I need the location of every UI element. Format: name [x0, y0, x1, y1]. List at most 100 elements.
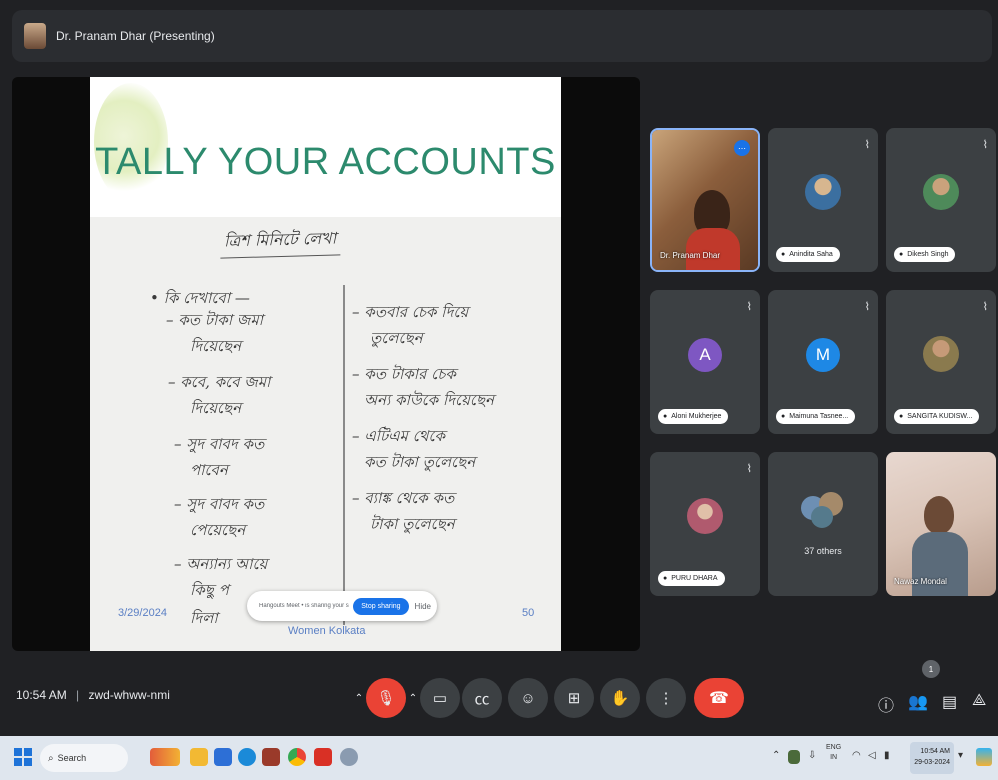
hw-right-line: অন্য কাউকে দিয়েছেন — [364, 391, 494, 409]
participant-name-chip: ● Maimuna Tasnee... — [776, 409, 856, 424]
mic-muted-icon: ⌇ — [982, 301, 988, 313]
end-call-icon[interactable]: ☎ — [694, 678, 744, 718]
taskbar-date: 29-03-2024 — [914, 759, 950, 766]
hw-right-line: – এটিএম থেকে — [352, 427, 445, 445]
participant-tile[interactable]: ⌇ M ● Maimuna Tasnee... — [768, 290, 878, 434]
hw-left-line: – কত টাকা জমা — [166, 311, 264, 329]
camera-control: ⌃ ▭ — [406, 678, 460, 718]
participant-tile[interactable]: ⌇ ● PURU DHARA — [650, 452, 760, 596]
file-explorer-icon[interactable] — [190, 748, 208, 766]
app-icon[interactable] — [262, 748, 280, 766]
captions-control: ㏄ — [462, 678, 502, 718]
participant-name: SANGITA KUDISW... — [907, 413, 973, 420]
hw-left-line: – অন্যান্য আয়ে — [174, 555, 268, 573]
volume-icon[interactable]: ◁ — [868, 750, 876, 761]
taskbar-clock[interactable]: 10:54 AM 29-03-2024 — [910, 742, 954, 774]
hw-left-line: – সুদ বাবদ কত — [174, 435, 265, 453]
hide-popup-button[interactable]: Hide — [415, 602, 431, 611]
hw-right-line: – ব্যাঙ্ক থেকে কত — [352, 489, 455, 507]
settings-icon[interactable] — [340, 748, 358, 766]
search-placeholder: Search — [57, 753, 87, 763]
taskbar-time: 10:54 AM — [920, 748, 950, 755]
stop-sharing-button[interactable]: Stop sharing — [353, 597, 409, 615]
camera-toggle-button[interactable]: ▭ — [420, 678, 460, 718]
handwritten-heading: ত্রিশ মিনিটে লেখা — [219, 225, 341, 259]
chrome-icon[interactable] — [288, 748, 306, 766]
hw-right-line: টাকা তুলেছেন — [370, 515, 455, 533]
store-icon[interactable] — [214, 748, 232, 766]
mic-muted-icon: ● — [781, 413, 786, 420]
hw-left-line: – সুদ বাবদ কত — [174, 495, 265, 513]
participant-tile[interactable]: ⋯ Dr. Pranam Dhar — [650, 128, 760, 272]
people-icon[interactable]: 👥 — [908, 692, 928, 712]
participant-avatar — [687, 498, 723, 534]
taskbar-search[interactable]: ⌕ Search — [40, 744, 128, 772]
participant-avatar — [923, 174, 959, 210]
more-control: ⋮ — [646, 678, 686, 718]
sharing-popup-text: Hangouts Meet • is sharing your screen. — [259, 603, 349, 609]
activities-icon[interactable]: ⟁ — [972, 692, 986, 710]
tray-usb-icon[interactable]: ⇩ — [808, 750, 816, 761]
column-divider — [343, 285, 345, 625]
emoji-button[interactable]: ☺ — [508, 678, 548, 718]
hand-control: ✋ — [600, 678, 640, 718]
copilot-icon[interactable] — [976, 748, 992, 766]
participant-name-chip: ● Anindita Saha — [776, 247, 840, 262]
chat-icon[interactable]: ▤ — [942, 692, 957, 712]
participant-name-chip: ● SANGITA KUDISW... — [894, 409, 980, 424]
hw-right-line: – কতবার চেক দিয়ে — [352, 303, 469, 321]
meeting-code: zwd-whww-nmi — [88, 688, 170, 702]
news-widget-icon[interactable] — [150, 748, 180, 766]
participant-name: Aloni Mukherjee — [671, 413, 722, 420]
more-options-icon[interactable]: ⋮ — [646, 678, 686, 718]
notification-bell-icon[interactable]: ▾ — [958, 750, 963, 761]
edge-icon[interactable] — [238, 748, 256, 766]
mic-muted-icon: ⌇ — [864, 139, 870, 151]
language-indicator[interactable]: ENG IN — [826, 743, 841, 763]
captions-button[interactable]: ㏄ — [462, 678, 502, 718]
presenter-avatar — [24, 23, 46, 49]
presentation-stage[interactable]: TALLY YOUR ACCOUNTS ত্রিশ মিনিটে লেখা • … — [12, 77, 640, 651]
hw-left-line: দিলা — [190, 609, 218, 627]
hw-left-line: পাবেন — [190, 461, 228, 479]
participant-tile[interactable]: ⌇ ● Anindita Saha — [768, 128, 878, 272]
participant-tile[interactable]: Nawaz Mondal — [886, 452, 996, 596]
participant-name: Maimuna Tasnee... — [789, 413, 849, 420]
participant-tile[interactable]: ⌇ ● Dikesh Singh — [886, 128, 996, 272]
slide-page-number: 50 — [522, 607, 535, 619]
region-code: IN — [830, 754, 838, 761]
notification-badge: 1 — [922, 660, 940, 678]
participant-name-chip: ● PURU DHARA — [658, 571, 725, 586]
mic-muted-icon: ⌇ — [746, 463, 752, 475]
tray-app-icon[interactable] — [788, 750, 800, 764]
sharing-popup: Hangouts Meet • is sharing your screen. … — [247, 591, 437, 621]
participant-tile[interactable]: ⌇ A ● Aloni Mukherjee — [650, 290, 760, 434]
pdf-reader-icon[interactable] — [314, 748, 332, 766]
participant-name: Dr. Pranam Dhar — [660, 251, 721, 260]
slide: TALLY YOUR ACCOUNTS ত্রিশ মিনিটে লেখা • … — [90, 77, 561, 651]
tray-chevron-icon[interactable]: ⌃ — [772, 750, 780, 761]
camera-options-chevron-icon[interactable]: ⌃ — [406, 693, 420, 704]
meeting-separator: | — [76, 688, 80, 702]
participant-name: Anindita Saha — [789, 251, 833, 258]
hw-left-line: – কবে, কবে জমা — [168, 373, 271, 391]
hw-right-line: – কত টাকার চেক — [352, 365, 456, 383]
windows-start-icon[interactable] — [14, 748, 32, 766]
meet-window: Dr. Pranam Dhar (Presenting) TALLY YOUR … — [0, 0, 998, 780]
raise-hand-icon[interactable]: ✋ — [600, 678, 640, 718]
present-screen-button[interactable]: ⊞ — [554, 678, 594, 718]
wifi-icon[interactable]: ◠ — [852, 750, 861, 761]
hw-left-line: পেয়েছেন — [190, 521, 246, 539]
mic-toggle-button[interactable]: 🎙 — [366, 678, 406, 718]
others-tile[interactable]: 37 others — [768, 452, 878, 596]
meeting-clock: 10:54 AM | zwd-whww-nmi — [16, 688, 170, 702]
info-icon[interactable]: ⓘ — [878, 692, 894, 716]
participant-avatar — [923, 336, 959, 372]
participant-name-chip: ● Aloni Mukherjee — [658, 409, 729, 424]
mic-options-chevron-icon[interactable]: ⌃ — [352, 693, 366, 704]
battery-icon[interactable]: ▮ — [884, 750, 890, 761]
participant-tile[interactable]: ⌇ ● SANGITA KUDISW... — [886, 290, 996, 434]
windows-taskbar: ⌕ Search ⌃ ⇩ ENG IN ◠ ◁ ▮ 10:54 AM 29-03… — [0, 736, 998, 780]
present-control: ⊞ — [554, 678, 594, 718]
participant-name: PURU DHARA — [671, 575, 718, 582]
